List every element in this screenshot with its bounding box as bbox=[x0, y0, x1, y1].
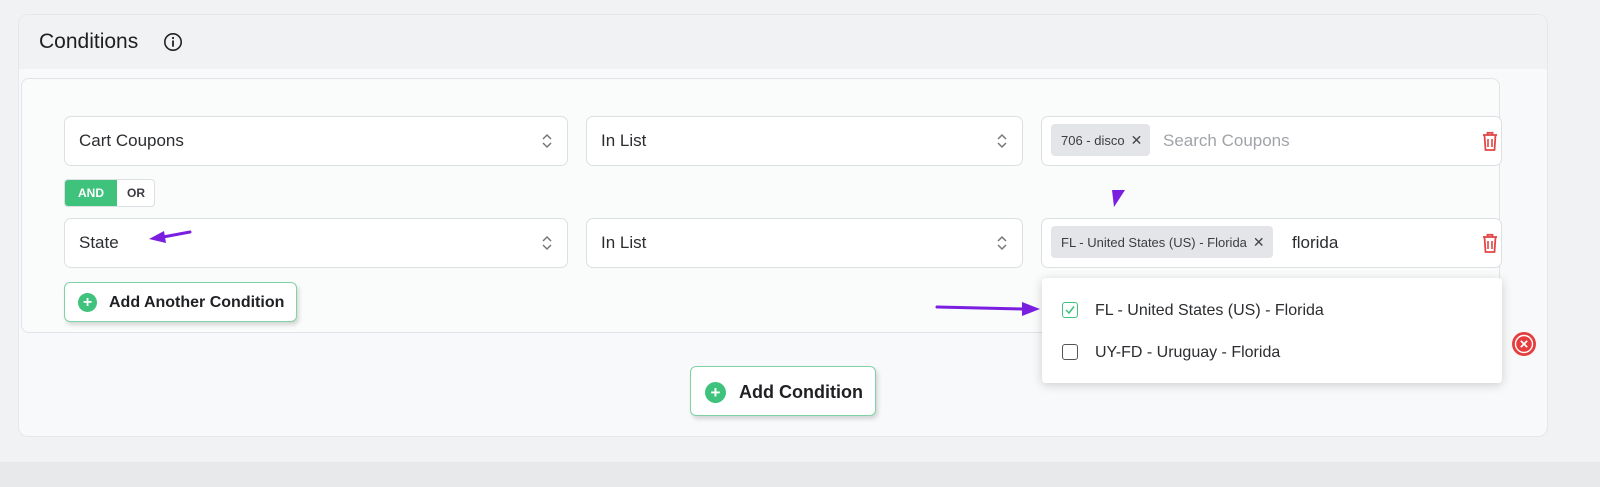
condition-type-select-2[interactable]: State bbox=[64, 218, 568, 268]
remove-tag-icon[interactable]: ✕ bbox=[1131, 132, 1143, 148]
or-button[interactable]: OR bbox=[117, 180, 154, 206]
plus-circle-icon: + bbox=[705, 382, 726, 403]
condition-operator-select-2[interactable]: In List bbox=[586, 218, 1023, 268]
condition-operator-value: In List bbox=[601, 131, 647, 150]
plus-circle-icon: + bbox=[78, 293, 97, 312]
delete-condition-icon[interactable] bbox=[1480, 130, 1500, 152]
condition-operator-value: In List bbox=[601, 233, 647, 252]
add-condition-button[interactable]: + Add Condition bbox=[690, 366, 876, 416]
state-multiselect[interactable]: FL - United States (US) - Florida ✕ flori… bbox=[1041, 218, 1502, 268]
selected-tag: 706 - disco ✕ bbox=[1051, 124, 1151, 156]
option-label: FL - United States (US) - Florida bbox=[1095, 302, 1324, 319]
panel-title: Conditions bbox=[39, 30, 139, 53]
page-footer-strip bbox=[0, 462, 1600, 487]
info-icon[interactable] bbox=[163, 32, 183, 52]
checkbox-unchecked-icon[interactable] bbox=[1062, 344, 1078, 360]
add-another-condition-label: Add Another Condition bbox=[109, 294, 285, 311]
panel-header: Conditions bbox=[19, 15, 1547, 69]
add-another-condition-button[interactable]: + Add Another Condition bbox=[64, 282, 297, 322]
select-chevron-icon bbox=[997, 133, 1007, 149]
condition-type-select-1[interactable]: Cart Coupons bbox=[64, 116, 568, 166]
tag-label: 706 - disco bbox=[1061, 133, 1125, 148]
tag-label: FL - United States (US) - Florida bbox=[1061, 235, 1247, 250]
condition-type-value: State bbox=[79, 233, 119, 252]
delete-condition-icon[interactable] bbox=[1480, 232, 1500, 254]
and-button[interactable]: AND bbox=[65, 180, 117, 206]
state-search-input[interactable]: florida bbox=[1292, 233, 1338, 253]
select-chevron-icon bbox=[542, 235, 552, 251]
state-options-dropdown: FL - United States (US) - Florida UY-FD … bbox=[1042, 278, 1502, 383]
checkbox-checked-icon[interactable] bbox=[1062, 302, 1078, 318]
selected-tag: FL - United States (US) - Florida ✕ bbox=[1051, 226, 1273, 258]
coupon-multiselect[interactable]: 706 - disco ✕ Search Coupons bbox=[1041, 116, 1502, 166]
option-label: UY-FD - Uruguay - Florida bbox=[1095, 344, 1281, 361]
select-chevron-icon bbox=[542, 133, 552, 149]
remove-tag-icon[interactable]: ✕ bbox=[1253, 234, 1265, 250]
close-circle-icon[interactable] bbox=[1511, 331, 1537, 357]
select-chevron-icon bbox=[997, 235, 1007, 251]
add-condition-label: Add Condition bbox=[739, 382, 863, 402]
logic-toggle: AND OR bbox=[64, 179, 155, 207]
condition-operator-select-1[interactable]: In List bbox=[586, 116, 1023, 166]
coupon-search-input[interactable]: Search Coupons bbox=[1163, 131, 1290, 151]
condition-type-value: Cart Coupons bbox=[79, 131, 184, 150]
